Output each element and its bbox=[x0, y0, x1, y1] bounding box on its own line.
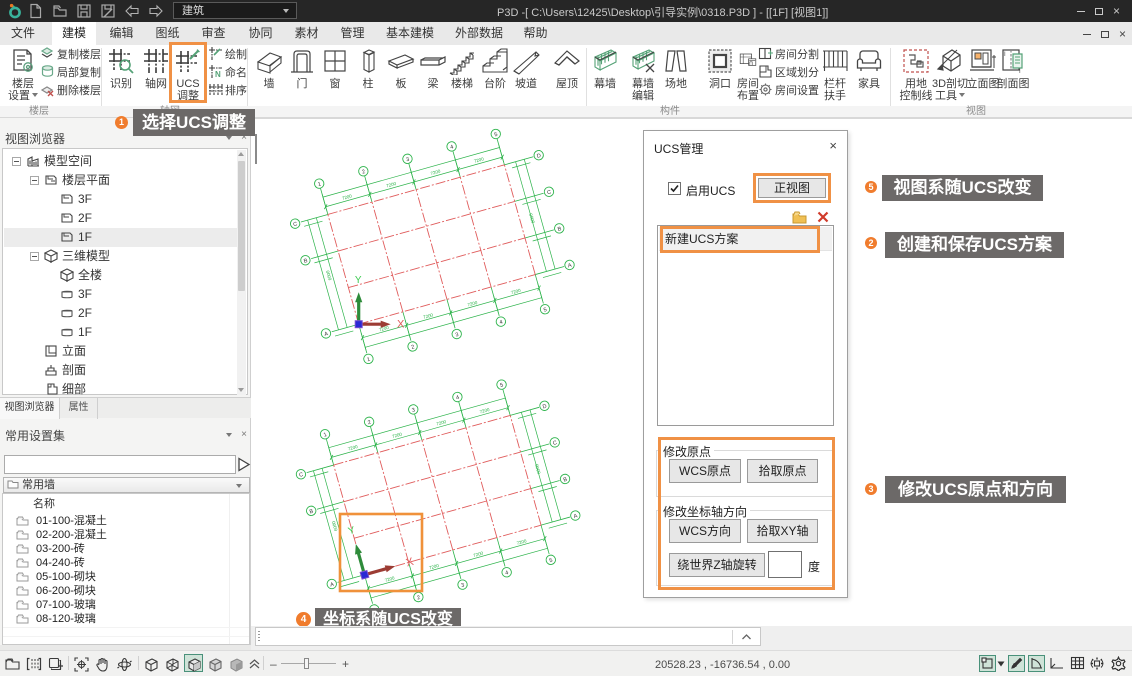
svg-text:I: I bbox=[1019, 69, 1021, 75]
svg-text:Y: Y bbox=[355, 275, 362, 286]
svg-text:N: N bbox=[215, 70, 221, 79]
svg-text:X: X bbox=[405, 556, 416, 570]
svg-text:X: X bbox=[397, 319, 405, 331]
svg-text:Y: Y bbox=[347, 525, 357, 537]
